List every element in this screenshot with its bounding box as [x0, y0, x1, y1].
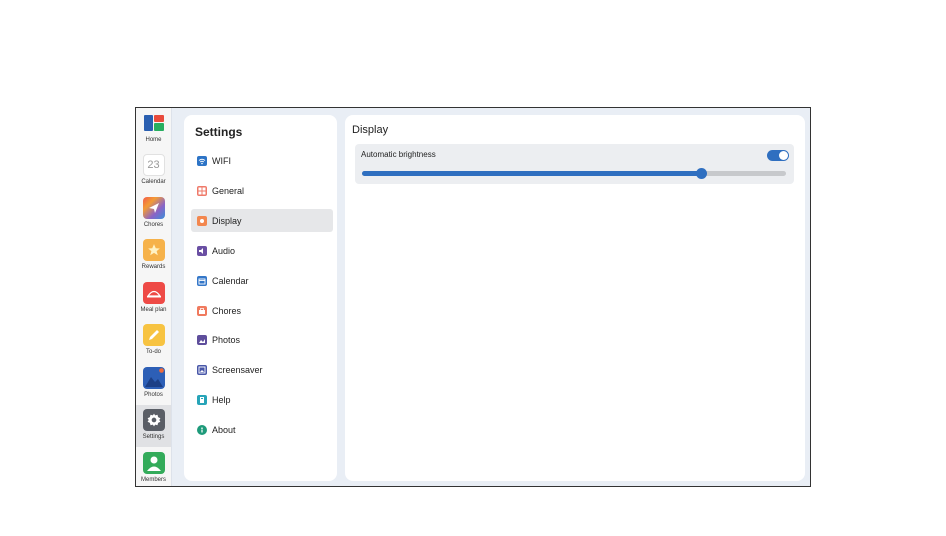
menu-item-label: Audio: [212, 245, 236, 256]
general-icon: [197, 185, 207, 196]
menu-item-label: Chores: [212, 305, 242, 316]
settings-menu: Settings WIFI General Display Audio Cale…: [184, 115, 337, 481]
menu-item-audio[interactable]: Audio: [191, 239, 333, 262]
rail-item-label: To-do: [145, 349, 161, 355]
info-icon: [197, 424, 207, 435]
slider-fill: [362, 171, 702, 176]
speaker-icon: [197, 245, 207, 256]
menu-item-about[interactable]: About: [191, 418, 333, 441]
display-settings-panel: Display Automatic brightness: [345, 115, 805, 481]
rail-item-settings[interactable]: Settings: [136, 405, 171, 447]
rail-item-chores[interactable]: Chores: [136, 193, 171, 235]
brightness-slider[interactable]: [362, 168, 786, 179]
rail-item-label: Home: [145, 137, 162, 143]
brightness-card: Automatic brightness: [355, 144, 794, 184]
rail-item-label: Members: [140, 477, 166, 483]
person-icon: [142, 452, 165, 474]
star-icon: [142, 239, 165, 261]
menu-item-label: Help: [212, 394, 231, 405]
auto-brightness-toggle[interactable]: [767, 150, 789, 161]
calendar-date-icon: 23: [142, 154, 165, 176]
app-window: Home 23 Calendar Chores Rewards Meal pla…: [135, 107, 811, 487]
rail-item-label: Calendar: [141, 179, 166, 185]
home-grid-icon: [143, 112, 165, 134]
toggle-knob: [779, 151, 788, 160]
rail-item-members[interactable]: Members: [136, 448, 171, 486]
rail-item-label: Photos: [144, 392, 163, 398]
help-icon: [197, 394, 207, 405]
rail-item-photos[interactable]: Photos: [136, 363, 171, 405]
display-icon: [197, 215, 207, 226]
auto-brightness-label: Automatic brightness: [361, 150, 436, 159]
rail-item-label: Rewards: [141, 264, 166, 270]
rail-item-rewards[interactable]: Rewards: [136, 235, 171, 277]
menu-item-help[interactable]: Help: [191, 388, 333, 411]
meal-plan-icon: [142, 282, 165, 304]
slider-thumb[interactable]: [696, 168, 708, 179]
gear-icon: [142, 409, 165, 431]
chores-icon: [197, 305, 207, 316]
menu-item-label: Display: [212, 215, 242, 226]
menu-item-calendar[interactable]: Calendar: [191, 269, 333, 292]
rail-item-home[interactable]: Home: [136, 108, 171, 150]
menu-item-label: Calendar: [212, 275, 249, 286]
settings-title: Settings: [195, 125, 243, 139]
rail-item-to-do[interactable]: To-do: [136, 320, 171, 362]
menu-item-screensaver[interactable]: Screensaver: [191, 358, 333, 381]
app-rail: Home 23 Calendar Chores Rewards Meal pla…: [136, 108, 172, 486]
screensaver-icon: [197, 364, 207, 375]
menu-item-general[interactable]: General: [191, 179, 333, 202]
rail-item-calendar[interactable]: 23 Calendar: [136, 150, 171, 192]
calendar-icon: [197, 275, 207, 286]
pencil-icon: [142, 324, 165, 346]
menu-item-label: About: [212, 424, 236, 435]
menu-item-photos[interactable]: Photos: [191, 328, 333, 351]
menu-item-label: WIFI: [212, 155, 231, 166]
menu-item-wifi[interactable]: WIFI: [191, 149, 333, 172]
rail-item-label: Chores: [143, 222, 164, 228]
rail-item-label: Meal plan: [140, 307, 167, 313]
rail-item-meal-plan[interactable]: Meal plan: [136, 278, 171, 320]
menu-item-label: Screensaver: [212, 364, 263, 375]
photos-icon: [197, 334, 207, 345]
page-title: Display: [352, 124, 389, 136]
rail-item-label: Settings: [142, 434, 165, 440]
wifi-icon: [197, 155, 207, 166]
photos-icon: [142, 367, 165, 389]
chores-icon: [142, 197, 165, 219]
menu-item-chores[interactable]: Chores: [191, 299, 333, 322]
menu-item-label: Photos: [212, 334, 241, 345]
menu-item-label: General: [212, 185, 245, 196]
menu-item-display[interactable]: Display: [191, 209, 333, 232]
